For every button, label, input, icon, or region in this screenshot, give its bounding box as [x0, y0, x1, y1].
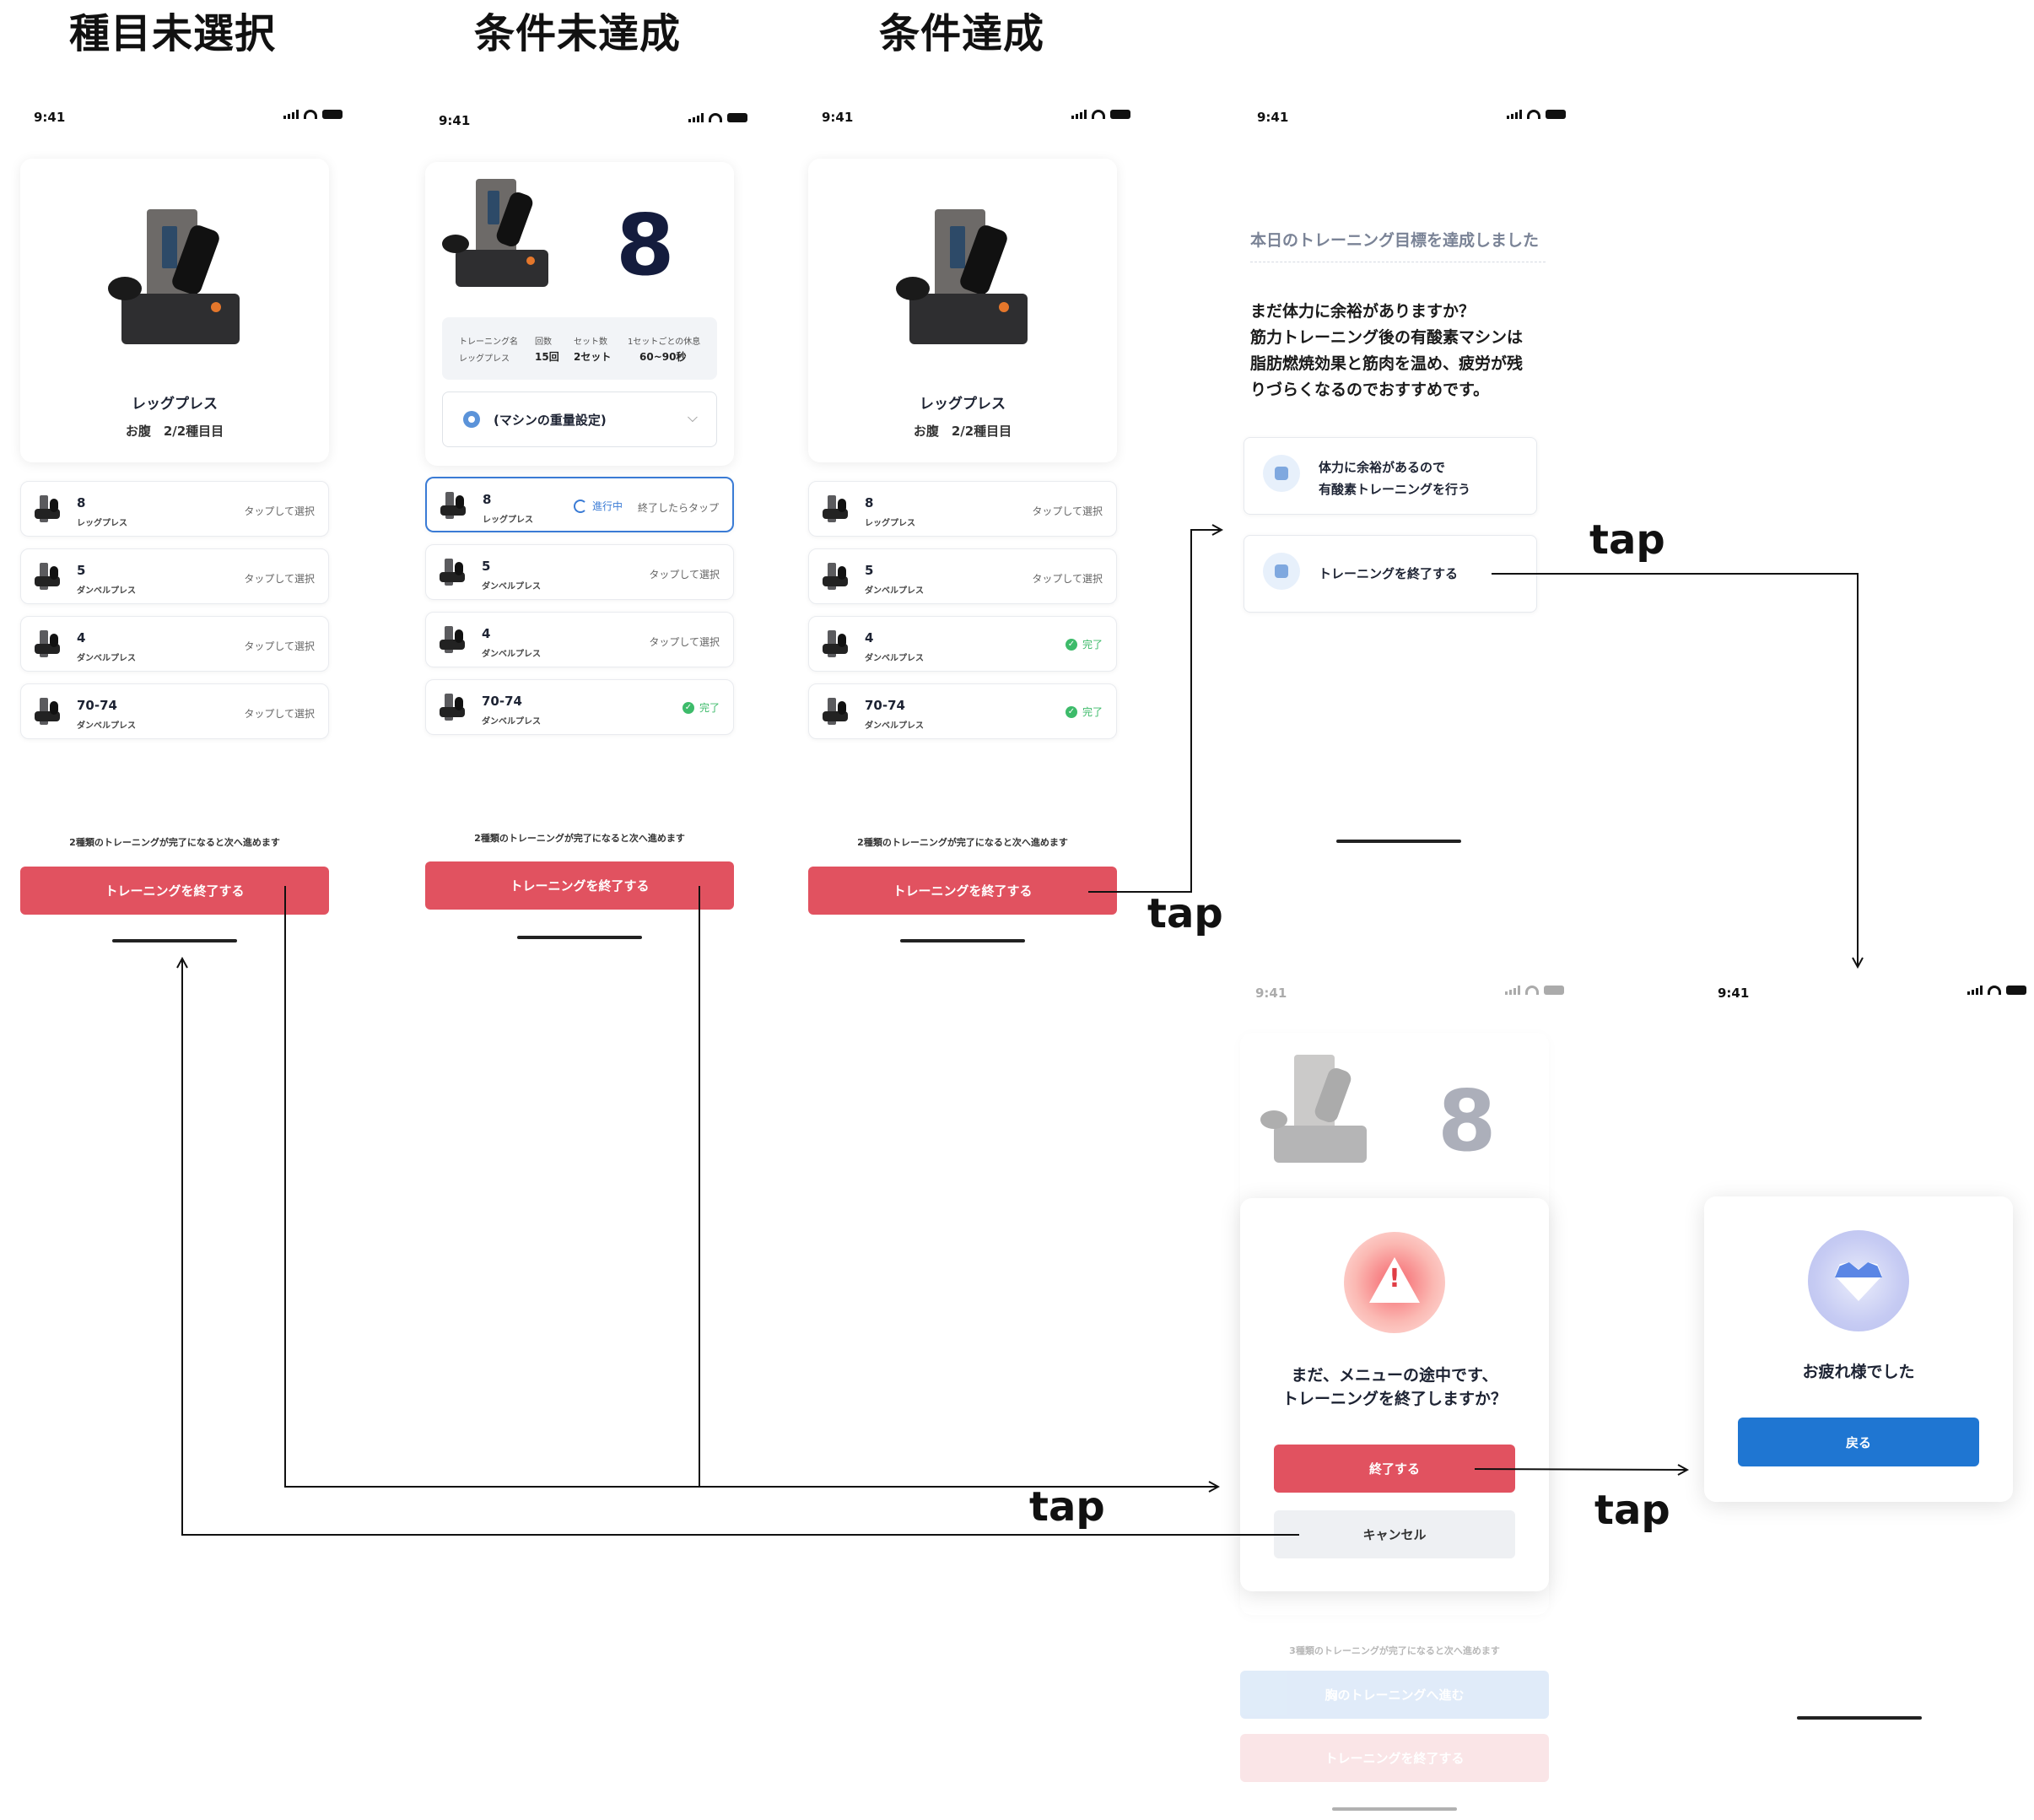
arrow-s1-to-modal	[284, 886, 1218, 1487]
arrow-goal-to-thanks	[1492, 573, 1858, 967]
tap-label: tap	[1594, 1487, 1670, 1534]
arrow-cancel-to-s1	[182, 959, 1299, 1536]
flow-arrows	[0, 0, 2034, 1536]
arrow-ok-to-thanks	[1474, 1469, 1687, 1470]
tap-label: tap	[1589, 516, 1665, 564]
tap-label: tap	[1147, 890, 1223, 937]
tap-label: tap	[1029, 1483, 1105, 1531]
arrow-achieved-to-goal	[1088, 530, 1222, 893]
